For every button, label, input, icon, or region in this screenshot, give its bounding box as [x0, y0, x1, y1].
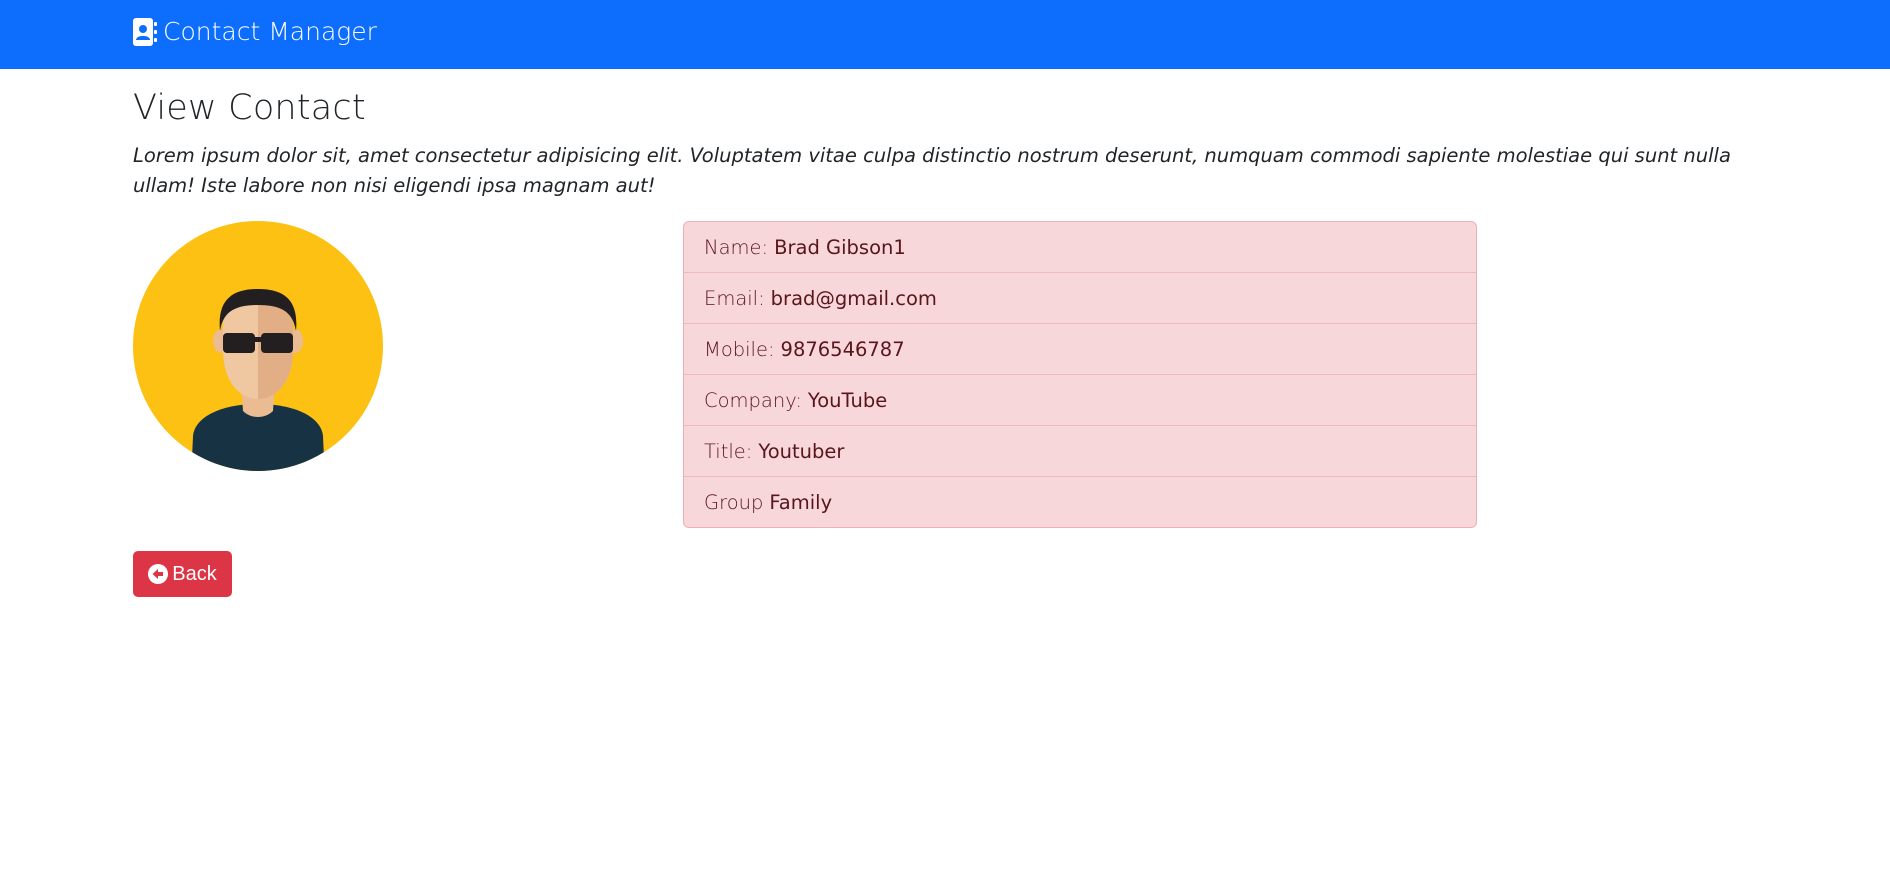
brand-link[interactable]: Contact Manager — [133, 17, 377, 46]
field-value: Youtuber — [758, 439, 845, 463]
contact-field-email: Email: brad@gmail.com — [684, 273, 1476, 324]
field-value: Family — [769, 490, 833, 514]
contact-avatar — [133, 221, 383, 471]
arrow-left-circle-icon — [148, 564, 169, 584]
contact-field-name: Name: Brad Gibson1 — [684, 222, 1476, 273]
field-label: Title: — [704, 439, 753, 463]
back-button[interactable]: Back — [133, 551, 232, 597]
contact-field-title: Title: Youtuber — [684, 426, 1476, 477]
page-title: View Contact — [133, 88, 366, 128]
field-value: YouTube — [807, 388, 888, 412]
brand-label: Contact Manager — [163, 17, 377, 46]
contact-field-company: Company: YouTube — [684, 375, 1476, 426]
page-description: Lorem ipsum dolor sit, amet consectetur … — [133, 144, 1731, 197]
field-label: Group — [704, 490, 764, 514]
field-label: Company: — [704, 388, 802, 412]
contact-field-mobile: Mobile: 9876546787 — [684, 324, 1476, 375]
field-label: Email: — [704, 286, 765, 310]
field-value: brad@gmail.com — [770, 286, 937, 310]
field-value: Brad Gibson1 — [774, 235, 906, 259]
field-value: 9876546787 — [780, 337, 905, 361]
field-label: Mobile: — [704, 337, 775, 361]
contact-field-group: Group Family — [684, 477, 1476, 527]
contact-details-list: Name: Brad Gibson1 Email: brad@gmail.com… — [683, 221, 1477, 528]
address-book-icon — [133, 17, 157, 46]
back-button-label: Back — [172, 562, 217, 585]
field-label: Name: — [704, 235, 769, 259]
navbar: Contact Manager — [0, 0, 1890, 69]
